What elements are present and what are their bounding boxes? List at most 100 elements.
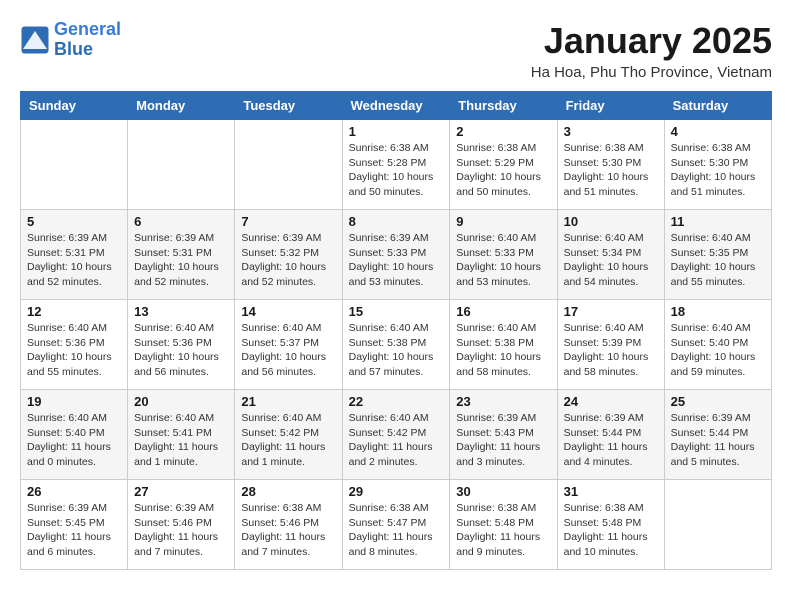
day-info: Sunrise: 6:38 AM Sunset: 5:30 PM Dayligh… xyxy=(671,141,765,200)
calendar-table: SundayMondayTuesdayWednesdayThursdayFrid… xyxy=(20,91,772,570)
day-info: Sunrise: 6:39 AM Sunset: 5:32 PM Dayligh… xyxy=(241,231,335,290)
day-info: Sunrise: 6:40 AM Sunset: 5:34 PM Dayligh… xyxy=(564,231,658,290)
calendar-cell: 10 Sunrise: 6:40 AM Sunset: 5:34 PM Dayli… xyxy=(557,210,664,300)
calendar-cell xyxy=(128,120,235,210)
weekday-header-tuesday: Tuesday xyxy=(235,92,342,120)
day-info: Sunrise: 6:39 AM Sunset: 5:31 PM Dayligh… xyxy=(27,231,121,290)
calendar-cell: 14 Sunrise: 6:40 AM Sunset: 5:37 PM Dayli… xyxy=(235,300,342,390)
day-number: 19 xyxy=(27,394,121,409)
calendar-cell: 26 Sunrise: 6:39 AM Sunset: 5:45 PM Dayli… xyxy=(21,480,128,570)
calendar-cell: 11Sunrise: 6:40 AM Sunset: 5:35 PM Dayli… xyxy=(664,210,771,300)
calendar-header: SundayMondayTuesdayWednesdayThursdayFrid… xyxy=(21,92,772,120)
logo-line1: General xyxy=(54,19,121,39)
calendar-cell xyxy=(21,120,128,210)
day-info: Sunrise: 6:40 AM Sunset: 5:41 PM Dayligh… xyxy=(134,411,228,470)
day-number: 11 xyxy=(671,214,765,229)
day-info: Sunrise: 6:39 AM Sunset: 5:46 PM Dayligh… xyxy=(134,501,228,560)
day-number: 30 xyxy=(456,484,550,499)
calendar-cell: 21Sunrise: 6:40 AM Sunset: 5:42 PM Dayli… xyxy=(235,390,342,480)
day-number: 27 xyxy=(134,484,228,499)
day-info: Sunrise: 6:40 AM Sunset: 5:38 PM Dayligh… xyxy=(456,321,550,380)
calendar-cell: 23Sunrise: 6:39 AM Sunset: 5:43 PM Dayli… xyxy=(450,390,557,480)
week-row-5: 26 Sunrise: 6:39 AM Sunset: 5:45 PM Dayli… xyxy=(21,480,772,570)
calendar-cell: 4 Sunrise: 6:38 AM Sunset: 5:30 PM Daylig… xyxy=(664,120,771,210)
day-number: 1 xyxy=(349,124,444,139)
calendar-cell: 5 Sunrise: 6:39 AM Sunset: 5:31 PM Daylig… xyxy=(21,210,128,300)
week-row-2: 5 Sunrise: 6:39 AM Sunset: 5:31 PM Daylig… xyxy=(21,210,772,300)
day-info: Sunrise: 6:38 AM Sunset: 5:48 PM Dayligh… xyxy=(564,501,658,560)
day-number: 12 xyxy=(27,304,121,319)
logo-text: General Blue xyxy=(54,20,121,60)
day-number: 25 xyxy=(671,394,765,409)
day-number: 7 xyxy=(241,214,335,229)
day-info: Sunrise: 6:39 AM Sunset: 5:45 PM Dayligh… xyxy=(27,501,121,560)
day-number: 26 xyxy=(27,484,121,499)
day-number: 21 xyxy=(241,394,335,409)
day-number: 14 xyxy=(241,304,335,319)
day-number: 15 xyxy=(349,304,444,319)
day-number: 28 xyxy=(241,484,335,499)
day-number: 29 xyxy=(349,484,444,499)
calendar-cell: 30 Sunrise: 6:38 AM Sunset: 5:48 PM Dayli… xyxy=(450,480,557,570)
day-info: Sunrise: 6:40 AM Sunset: 5:36 PM Dayligh… xyxy=(134,321,228,380)
calendar-cell: 9 Sunrise: 6:40 AM Sunset: 5:33 PM Daylig… xyxy=(450,210,557,300)
calendar-cell: 28 Sunrise: 6:38 AM Sunset: 5:46 PM Dayli… xyxy=(235,480,342,570)
day-number: 24 xyxy=(564,394,658,409)
weekday-header-thursday: Thursday xyxy=(450,92,557,120)
calendar-cell: 3Sunrise: 6:38 AM Sunset: 5:30 PM Daylig… xyxy=(557,120,664,210)
day-number: 2 xyxy=(456,124,550,139)
day-info: Sunrise: 6:39 AM Sunset: 5:33 PM Dayligh… xyxy=(349,231,444,290)
day-info: Sunrise: 6:38 AM Sunset: 5:46 PM Dayligh… xyxy=(241,501,335,560)
day-info: Sunrise: 6:38 AM Sunset: 5:47 PM Dayligh… xyxy=(349,501,444,560)
day-number: 8 xyxy=(349,214,444,229)
calendar-subtitle: Ha Hoa, Phu Tho Province, Vietnam xyxy=(531,64,772,81)
day-number: 9 xyxy=(456,214,550,229)
calendar-cell: 12 Sunrise: 6:40 AM Sunset: 5:36 PM Dayli… xyxy=(21,300,128,390)
day-info: Sunrise: 6:38 AM Sunset: 5:29 PM Dayligh… xyxy=(456,141,550,200)
weekday-header-monday: Monday xyxy=(128,92,235,120)
day-info: Sunrise: 6:38 AM Sunset: 5:30 PM Dayligh… xyxy=(564,141,658,200)
day-number: 10 xyxy=(564,214,658,229)
calendar-cell: 19 Sunrise: 6:40 AM Sunset: 5:40 PM Dayli… xyxy=(21,390,128,480)
calendar-cell: 8 Sunrise: 6:39 AM Sunset: 5:33 PM Daylig… xyxy=(342,210,450,300)
week-row-1: 1 Sunrise: 6:38 AM Sunset: 5:28 PM Daylig… xyxy=(21,120,772,210)
calendar-cell: 22 Sunrise: 6:40 AM Sunset: 5:42 PM Dayli… xyxy=(342,390,450,480)
calendar-title: January 2025 xyxy=(531,20,772,62)
weekday-header-friday: Friday xyxy=(557,92,664,120)
day-info: Sunrise: 6:40 AM Sunset: 5:38 PM Dayligh… xyxy=(349,321,444,380)
calendar-cell: 1 Sunrise: 6:38 AM Sunset: 5:28 PM Daylig… xyxy=(342,120,450,210)
day-info: Sunrise: 6:39 AM Sunset: 5:44 PM Dayligh… xyxy=(671,411,765,470)
calendar-cell: 29 Sunrise: 6:38 AM Sunset: 5:47 PM Dayli… xyxy=(342,480,450,570)
day-info: Sunrise: 6:40 AM Sunset: 5:33 PM Dayligh… xyxy=(456,231,550,290)
day-number: 23 xyxy=(456,394,550,409)
logo-icon xyxy=(20,25,50,55)
day-info: Sunrise: 6:38 AM Sunset: 5:28 PM Dayligh… xyxy=(349,141,444,200)
week-row-4: 19 Sunrise: 6:40 AM Sunset: 5:40 PM Dayli… xyxy=(21,390,772,480)
day-number: 31 xyxy=(564,484,658,499)
day-info: Sunrise: 6:39 AM Sunset: 5:31 PM Dayligh… xyxy=(134,231,228,290)
day-info: Sunrise: 6:38 AM Sunset: 5:48 PM Dayligh… xyxy=(456,501,550,560)
day-number: 13 xyxy=(134,304,228,319)
calendar-cell: 31 Sunrise: 6:38 AM Sunset: 5:48 PM Dayli… xyxy=(557,480,664,570)
page-header: General Blue January 2025 Ha Hoa, Phu Th… xyxy=(20,20,772,81)
calendar-cell: 27 Sunrise: 6:39 AM Sunset: 5:46 PM Dayli… xyxy=(128,480,235,570)
day-info: Sunrise: 6:40 AM Sunset: 5:37 PM Dayligh… xyxy=(241,321,335,380)
day-number: 4 xyxy=(671,124,765,139)
calendar-cell: 20Sunrise: 6:40 AM Sunset: 5:41 PM Dayli… xyxy=(128,390,235,480)
calendar-body: 1 Sunrise: 6:38 AM Sunset: 5:28 PM Daylig… xyxy=(21,120,772,570)
calendar-cell: 7 Sunrise: 6:39 AM Sunset: 5:32 PM Daylig… xyxy=(235,210,342,300)
calendar-cell: 17Sunrise: 6:40 AM Sunset: 5:39 PM Dayli… xyxy=(557,300,664,390)
day-info: Sunrise: 6:40 AM Sunset: 5:42 PM Dayligh… xyxy=(349,411,444,470)
day-number: 6 xyxy=(134,214,228,229)
calendar-cell: 18Sunrise: 6:40 AM Sunset: 5:40 PM Dayli… xyxy=(664,300,771,390)
week-row-3: 12 Sunrise: 6:40 AM Sunset: 5:36 PM Dayli… xyxy=(21,300,772,390)
day-number: 5 xyxy=(27,214,121,229)
day-info: Sunrise: 6:40 AM Sunset: 5:36 PM Dayligh… xyxy=(27,321,121,380)
weekday-row: SundayMondayTuesdayWednesdayThursdayFrid… xyxy=(21,92,772,120)
day-info: Sunrise: 6:40 AM Sunset: 5:40 PM Dayligh… xyxy=(27,411,121,470)
day-number: 22 xyxy=(349,394,444,409)
calendar-cell xyxy=(664,480,771,570)
calendar-cell: 15 Sunrise: 6:40 AM Sunset: 5:38 PM Dayli… xyxy=(342,300,450,390)
day-info: Sunrise: 6:40 AM Sunset: 5:40 PM Dayligh… xyxy=(671,321,765,380)
calendar-cell: 6 Sunrise: 6:39 AM Sunset: 5:31 PM Daylig… xyxy=(128,210,235,300)
